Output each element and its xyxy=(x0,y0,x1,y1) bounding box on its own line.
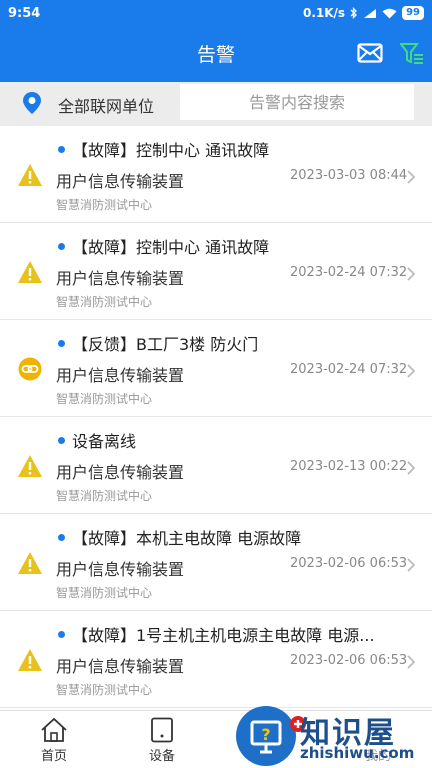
unread-dot xyxy=(58,146,65,153)
unread-dot xyxy=(58,437,65,444)
filter-icon[interactable] xyxy=(400,42,424,66)
alert-device: 用户信息传输装置 xyxy=(56,269,185,288)
location-icon xyxy=(23,92,41,114)
alert-row[interactable]: 【故障】控制中心 通讯故障 用户信息传输装置 2023-03-03 08:44 … xyxy=(0,126,432,223)
alert-device: 用户信息传输装置 xyxy=(56,560,185,579)
chevron-right-icon xyxy=(407,461,416,475)
alert-org: 智慧消防测试中心 xyxy=(56,489,153,503)
warning-icon xyxy=(18,552,42,574)
alert-row[interactable]: 【故障】1号主机主机电源主电故障 电源... 用户信息传输装置 2023-02-… xyxy=(0,611,432,708)
search-input[interactable] xyxy=(180,84,414,120)
device-icon xyxy=(151,717,173,743)
alert-org: 智慧消防测试中心 xyxy=(56,392,153,406)
alert-title: 【故障】控制中心 通讯故障 xyxy=(72,238,270,257)
status-icons: 0.1K/s 99 xyxy=(303,6,424,20)
alert-time: 2023-02-13 00:22 xyxy=(290,459,408,474)
network-speed: 0.1K/s xyxy=(302,6,346,20)
unread-dot xyxy=(58,631,65,638)
app-root: 9:54 0.1K/s 99 告警 全部联网单位 告警内容搜索 【故障】控制中心… xyxy=(0,0,432,768)
alert-org: 智慧消防测试中心 xyxy=(56,198,153,212)
link-icon xyxy=(18,357,42,381)
alert-row[interactable]: 【反馈】B工厂3楼 防火门 用户信息传输装置 2023-02-24 07:32 … xyxy=(0,320,432,417)
svg-text:?: ? xyxy=(261,725,270,744)
unread-dot xyxy=(58,534,65,541)
unread-dot xyxy=(58,340,65,347)
alert-org: 智慧消防测试中心 xyxy=(56,295,153,309)
battery-icon: 99 xyxy=(402,6,424,20)
chevron-right-icon xyxy=(407,364,416,378)
alert-list: 【故障】控制中心 通讯故障 用户信息传输装置 2023-03-03 08:44 … xyxy=(0,126,432,710)
alert-time: 2023-02-06 06:53 xyxy=(290,653,408,668)
alert-device: 用户信息传输装置 xyxy=(56,172,185,191)
warning-icon xyxy=(18,261,42,283)
alert-org: 智慧消防测试中心 xyxy=(56,683,153,697)
nav-devices-label: 设备 xyxy=(148,749,175,764)
alert-time: 2023-02-06 06:53 xyxy=(290,556,408,571)
alert-device: 用户信息传输装置 xyxy=(56,366,185,385)
chevron-right-icon xyxy=(407,267,416,281)
unread-dot xyxy=(58,243,65,250)
alert-time: 2023-02-24 07:32 xyxy=(290,362,408,377)
header: 9:54 0.1K/s 99 告警 xyxy=(0,0,432,82)
alert-title: 【反馈】B工厂3楼 防火门 xyxy=(72,335,259,354)
alert-time: 2023-03-03 08:44 xyxy=(290,168,408,183)
wifi-icon xyxy=(382,8,397,18)
alert-title: 设备离线 xyxy=(72,432,137,451)
status-time: 9:54 xyxy=(8,6,41,21)
nav-home[interactable]: 首页 xyxy=(24,717,84,764)
watermark-url: zhishiwu.com xyxy=(300,744,415,762)
alert-title: 【故障】1号主机主机电源主电故障 电源... xyxy=(72,626,375,645)
search-row: 全部联网单位 xyxy=(0,82,432,126)
alert-title: 【故障】控制中心 通讯故障 xyxy=(72,141,270,160)
chevron-right-icon xyxy=(407,170,416,184)
nav-home-label: 首页 xyxy=(40,749,67,764)
signal-icon xyxy=(364,8,377,18)
alert-row[interactable]: 【故障】本机主电故障 电源故障 用户信息传输装置 2023-02-06 06:5… xyxy=(0,514,432,611)
nav-devices[interactable]: 设备 xyxy=(132,717,192,764)
alert-row[interactable]: 设备离线 用户信息传输装置 2023-02-13 00:22 智慧消防测试中心 xyxy=(0,417,432,514)
mail-icon[interactable] xyxy=(357,43,383,63)
warning-icon xyxy=(18,455,42,477)
alert-title: 【故障】本机主电故障 电源故障 xyxy=(72,529,302,548)
unit-selector[interactable]: 全部联网单位 xyxy=(58,93,154,117)
chevron-right-icon xyxy=(407,558,416,572)
bluetooth-icon xyxy=(350,7,357,19)
alert-time: 2023-02-24 07:32 xyxy=(290,265,408,280)
alert-org: 智慧消防测试中心 xyxy=(56,586,153,600)
alert-device: 用户信息传输装置 xyxy=(56,463,185,482)
status-bar: 9:54 0.1K/s 99 xyxy=(0,0,432,30)
chevron-right-icon xyxy=(407,655,416,669)
warning-icon xyxy=(18,164,42,186)
alert-device: 用户信息传输装置 xyxy=(56,657,185,676)
warning-icon xyxy=(18,649,42,671)
home-icon xyxy=(41,717,67,742)
alert-row[interactable]: 【故障】控制中心 通讯故障 用户信息传输装置 2023-02-24 07:32 … xyxy=(0,223,432,320)
